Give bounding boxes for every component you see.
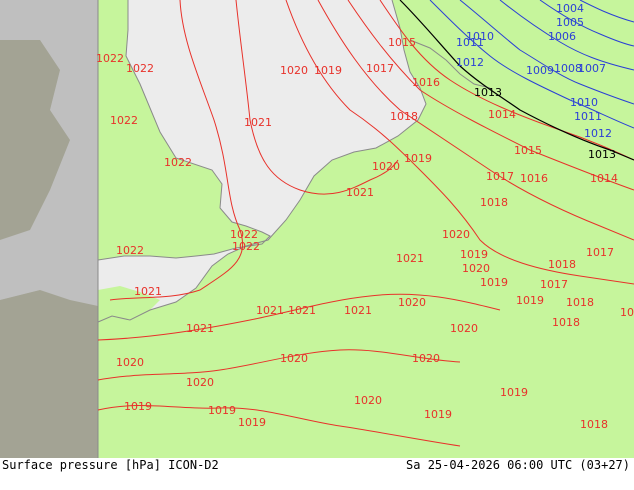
isobar-label-1015: 1015: [514, 144, 542, 157]
isobar-label-1021: 1021: [344, 304, 372, 317]
isobar-label-1017: 1017: [540, 278, 568, 291]
isobar-label-1019: 1019: [460, 248, 488, 261]
isobar-label-1020: 1020: [462, 262, 490, 275]
isobar-label-1014: 1014: [590, 172, 618, 185]
isobar-label-1018: 1018: [390, 110, 418, 123]
isobar-label-1019: 1019: [238, 416, 266, 429]
isobar-label-1022: 1022: [96, 52, 124, 65]
isobar-label-1016: 1016: [520, 172, 548, 185]
isobar-label-1007: 1007: [578, 62, 606, 75]
isobar-label-1020: 1020: [354, 394, 382, 407]
isobar-label-1022: 1022: [116, 244, 144, 257]
isobar-label-1020: 1020: [442, 228, 470, 241]
isobar-label-1018: 1018: [566, 296, 594, 309]
isobar-label-1021: 1021: [186, 322, 214, 335]
isobar-label-1020: 1020: [372, 160, 400, 173]
out-land-france: [0, 290, 98, 458]
isobar-label-1020: 1020: [280, 64, 308, 77]
isobar-label-1019: 1019: [314, 64, 342, 77]
isobar-label-1010: 1010: [466, 30, 494, 43]
isobar-label-1005: 1005: [556, 16, 584, 29]
isobar-label-1004: 1004: [556, 2, 584, 15]
isobar-label-1012: 1012: [456, 56, 484, 69]
isobar-label-1022: 1022: [110, 114, 138, 127]
isobar-label-1013: 1013: [588, 148, 616, 161]
isobar-label-1020: 1020: [280, 352, 308, 365]
isobar-label-1018: 1018: [480, 196, 508, 209]
isobar-label-1013: 1013: [474, 86, 502, 99]
isobar-label-1022: 1022: [164, 156, 192, 169]
isobar-label-1016: 1016: [412, 76, 440, 89]
pressure-map: 1022 1022 1022 1022 1022 1022 1022 1021 1021 1021…: [0, 0, 634, 458]
isobar-label-1018: 1018: [552, 316, 580, 329]
map-footer: Surface pressure [hPa] ICON-D2 Sa 25-04-…: [0, 458, 634, 490]
isobar-label-1021: 1021: [288, 304, 316, 317]
isobar-label-1021: 1021: [346, 186, 374, 199]
isobar-label-1019: 1019: [424, 408, 452, 421]
isobar-label-1017: 1017: [486, 170, 514, 183]
isobar-label-1011: 1011: [574, 110, 602, 123]
isobar-label-1015: 1015: [388, 36, 416, 49]
isobar-label-1018: 1018: [620, 306, 634, 319]
isobar-label-1006: 1006: [548, 30, 576, 43]
isobar-label-1009: 1009: [526, 64, 554, 77]
isobar-label-1018: 1018: [548, 258, 576, 271]
isobar-label-1019: 1019: [404, 152, 432, 165]
isobar-label-1020: 1020: [186, 376, 214, 389]
map-title: Surface pressure [hPa] ICON-D2: [2, 458, 219, 472]
isobar-label-1022: 1022: [126, 62, 154, 75]
map-timestamp: Sa 25-04-2026 06:00 UTC (03+27): [406, 458, 630, 472]
isobar-label-1022: 1022: [232, 240, 260, 253]
isobar-label-1021: 1021: [134, 285, 162, 298]
isobar-label-1019: 1019: [500, 386, 528, 399]
isobar-label-1020: 1020: [412, 352, 440, 365]
isobar-label-1017: 1017: [366, 62, 394, 75]
isobar-label-1020: 1020: [398, 296, 426, 309]
isobar-label-1020: 1020: [116, 356, 144, 369]
isobar-label-1019: 1019: [480, 276, 508, 289]
isobar-label-1019: 1019: [124, 400, 152, 413]
isobar-label-1021: 1021: [256, 304, 284, 317]
isobar-label-1019: 1019: [208, 404, 236, 417]
isobar-label-1021: 1021: [244, 116, 272, 129]
isobar-label-1014: 1014: [488, 108, 516, 121]
isobar-label-1019: 1019: [516, 294, 544, 307]
isobar-label-1010: 1010: [570, 96, 598, 109]
isobar-label-1012: 1012: [584, 127, 612, 140]
isobar-label-1021: 1021: [396, 252, 424, 265]
isobar-label-1017: 1017: [586, 246, 614, 259]
isobar-label-1018: 1018: [580, 418, 608, 431]
isobar-label-1020: 1020: [450, 322, 478, 335]
